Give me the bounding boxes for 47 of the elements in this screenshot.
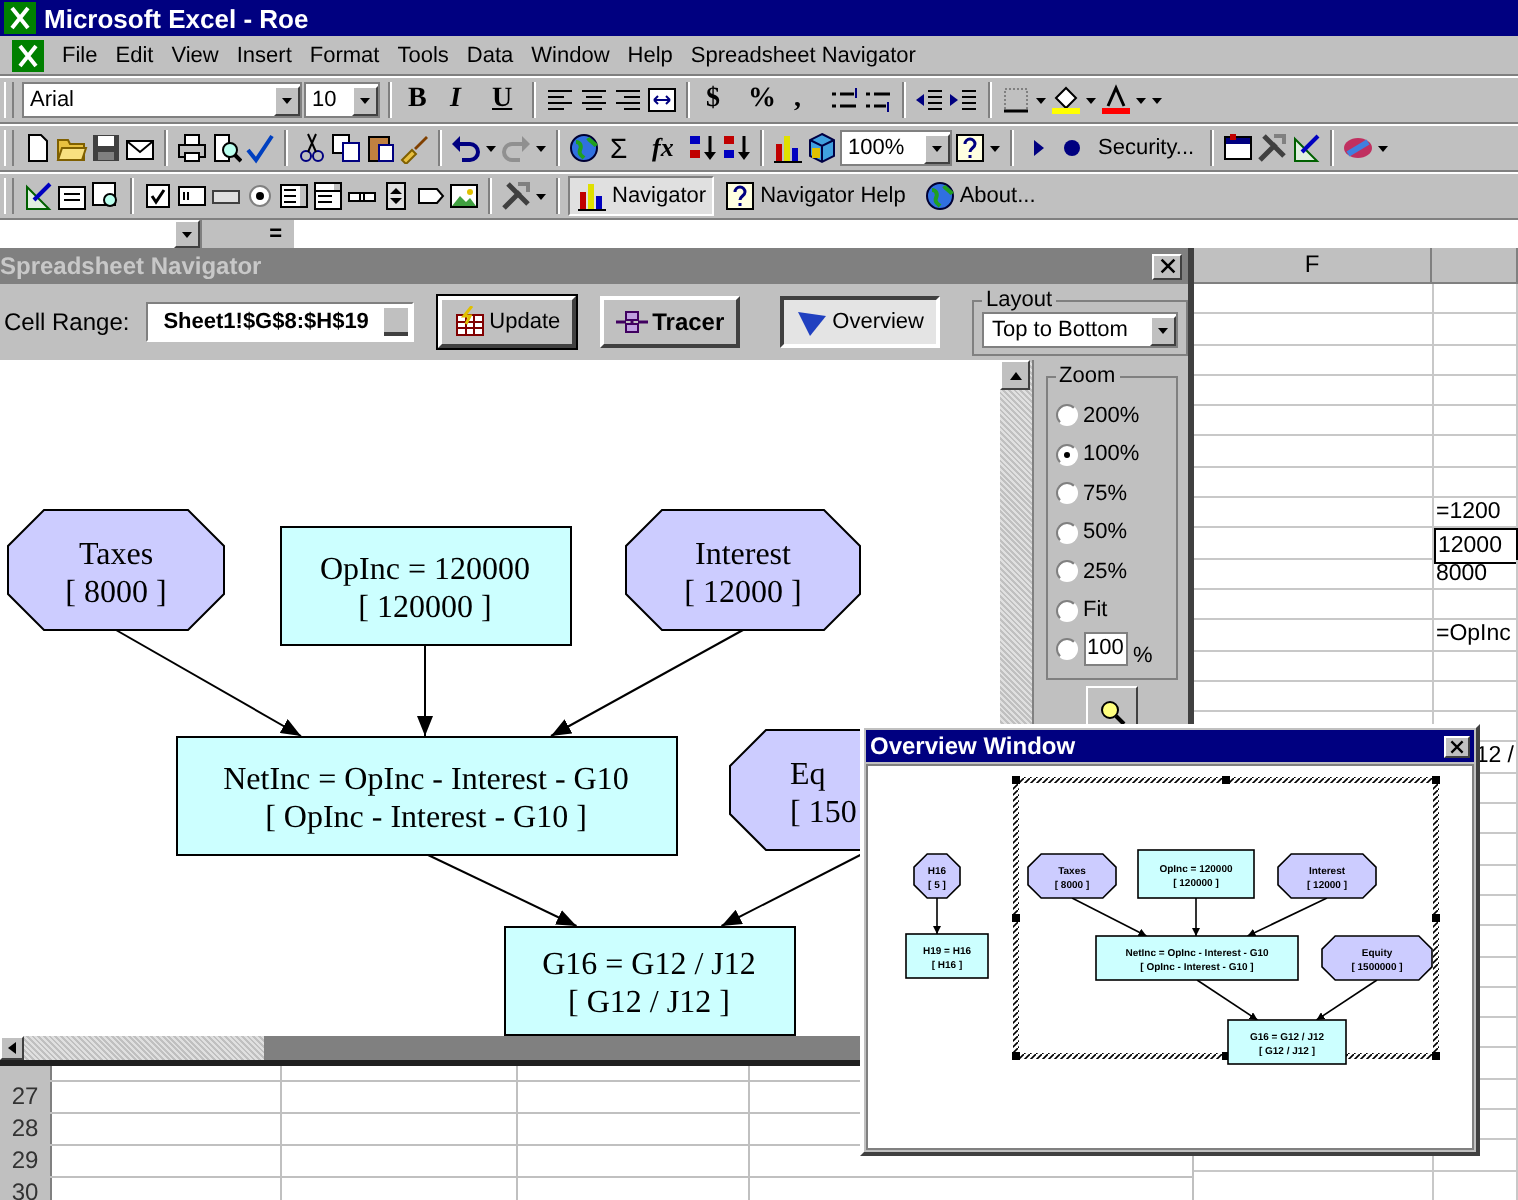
radio-label: 25% — [1083, 559, 1128, 584]
row-header[interactable]: 27 — [0, 1082, 52, 1112]
panel-title: Spreadsheet Navigator — [0, 252, 262, 280]
formula-node[interactable]: NetInc = OpInc - Interest - G10 [ OpInc - Interest - G10 ] — [176, 736, 678, 856]
unit-label: % — [1133, 643, 1153, 668]
equals-sign: = — [202, 220, 294, 248]
font-size-dropdown[interactable]: 10 — [304, 82, 380, 118]
radio-label: 100% — [1083, 442, 1140, 467]
menu-item[interactable]: Window — [531, 43, 610, 67]
row-header[interactable]: 28 — [0, 1114, 52, 1144]
table-cell: =1200 — [1434, 498, 1518, 527]
update-button[interactable]: Update — [437, 296, 577, 348]
navigator-button[interactable]: Navigator — [568, 176, 715, 216]
menu-item[interactable]: View — [171, 43, 219, 67]
menu-item[interactable]: Edit — [115, 43, 154, 67]
group-label: Zoom — [1057, 364, 1118, 388]
radio-label: Fit — [1083, 598, 1108, 623]
formula-node[interactable]: OpInc = 120000 [ 120000 ] — [280, 526, 572, 646]
menu-item[interactable]: Format — [309, 43, 380, 67]
font-name-dropdown[interactable]: Arial — [22, 82, 302, 118]
window-title: Overview Window — [870, 732, 1076, 760]
menu-item[interactable]: Spreadsheet Navigator — [690, 43, 916, 67]
overview-button[interactable]: Overview — [780, 296, 940, 348]
menu-item[interactable]: Data — [466, 43, 514, 67]
cell-range-field[interactable]: Sheet1!$G$8:$H$19 — [145, 302, 414, 342]
zoom-dropdown[interactable]: 100% — [840, 130, 952, 166]
formula-node[interactable]: G16 = G12 / J12 [ G12 / J12 ] — [504, 926, 796, 1036]
field-label: Cell Range: — [4, 308, 130, 336]
tracer-button[interactable]: Tracer — [600, 296, 741, 348]
layout-dropdown[interactable]: Top to Bottom — [982, 312, 1178, 348]
radio-label: 200% — [1083, 403, 1140, 428]
table-cell: =OpInc — [1434, 620, 1518, 650]
window-title: Microsoft Excel - Roe — [44, 3, 309, 33]
menu-item[interactable]: Help — [627, 43, 673, 67]
table-cell: 8000 — [1434, 559, 1518, 588]
radio-label: 50% — [1083, 520, 1128, 545]
radio-label: 75% — [1083, 481, 1128, 506]
menu-item[interactable]: Tools — [397, 43, 449, 67]
table-cell: 12000 — [1434, 528, 1518, 565]
group-label: Layout — [984, 288, 1055, 312]
menu-item[interactable]: File — [62, 43, 98, 67]
row-header[interactable]: 29 — [0, 1146, 52, 1176]
row-header[interactable]: 30 — [0, 1178, 52, 1200]
menu-item[interactable]: Insert — [236, 43, 292, 67]
input-node[interactable]: Taxes [ 8000 ] — [7, 509, 225, 631]
input-node[interactable]: Interest [ 12000 ] — [625, 509, 861, 631]
zoom-percent-field[interactable]: 100 — [1083, 632, 1127, 667]
